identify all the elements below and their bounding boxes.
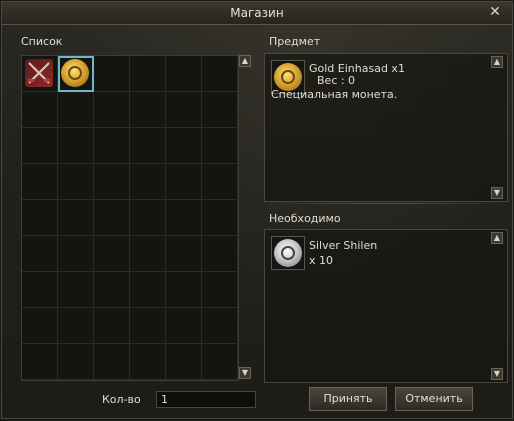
grid-slot-empty[interactable] <box>22 128 58 164</box>
grid-slot-empty[interactable] <box>202 128 238 164</box>
grid-slot-empty[interactable] <box>22 272 58 308</box>
item-weight: Вес : 0 <box>317 74 356 87</box>
item-scrollbar[interactable]: ▲ ▼ <box>491 56 503 199</box>
arrow-up-icon[interactable]: ▲ <box>239 55 251 67</box>
grid-slot-empty[interactable] <box>130 56 166 92</box>
crossed-swords-icon <box>25 59 53 87</box>
required-label: Необходимо <box>269 212 341 225</box>
grid-slot-empty[interactable] <box>202 164 238 200</box>
grid-slot-empty[interactable] <box>166 344 202 380</box>
grid-slot-empty[interactable] <box>166 236 202 272</box>
grid-slot-empty[interactable] <box>94 344 130 380</box>
grid-slot-empty[interactable] <box>202 308 238 344</box>
grid-slot-2[interactable] <box>58 56 94 92</box>
grid-slot-empty[interactable] <box>22 308 58 344</box>
arrow-up-icon[interactable]: ▲ <box>491 56 503 68</box>
gold-coin-icon <box>274 63 302 91</box>
grid-slot-empty[interactable] <box>58 128 94 164</box>
required-item-name: Silver Shilen <box>309 239 378 252</box>
grid-slot-1[interactable] <box>22 56 58 92</box>
grid-slot-empty[interactable] <box>202 56 238 92</box>
item-grid <box>21 55 239 381</box>
arrow-down-icon[interactable]: ▼ <box>239 367 251 379</box>
close-icon[interactable]: ✕ <box>488 5 502 19</box>
item-label: Предмет <box>269 35 321 48</box>
shop-window: Магазин ✕ Список ▲ ▼ Предмет Gold Einhas… <box>1 1 513 419</box>
cancel-button[interactable]: Отменить <box>395 387 473 411</box>
grid-slot-empty[interactable] <box>94 164 130 200</box>
grid-slot-empty[interactable] <box>58 272 94 308</box>
grid-slot-empty[interactable] <box>94 128 130 164</box>
list-label: Список <box>21 35 63 48</box>
gold-coin-icon <box>61 59 89 87</box>
grid-slot-empty[interactable] <box>58 308 94 344</box>
grid-slot-empty[interactable] <box>166 128 202 164</box>
grid-slot-empty[interactable] <box>166 92 202 128</box>
grid-slot-empty[interactable] <box>58 200 94 236</box>
grid-slot-empty[interactable] <box>130 92 166 128</box>
required-item-slot[interactable] <box>271 236 305 270</box>
item-description: Специальная монета. <box>271 88 398 101</box>
arrow-up-icon[interactable]: ▲ <box>491 232 503 244</box>
grid-slot-empty[interactable] <box>94 92 130 128</box>
grid-slot-empty[interactable] <box>58 344 94 380</box>
grid-slot-empty[interactable] <box>202 200 238 236</box>
grid-slot-empty[interactable] <box>202 344 238 380</box>
grid-slot-empty[interactable] <box>202 92 238 128</box>
required-panel: Silver Shilen x 10 ▲ ▼ <box>264 229 508 383</box>
required-scrollbar[interactable]: ▲ ▼ <box>491 232 503 380</box>
arrow-down-icon[interactable]: ▼ <box>491 368 503 380</box>
accept-button[interactable]: Принять <box>309 387 387 411</box>
grid-slot-empty[interactable] <box>58 164 94 200</box>
grid-slot-empty[interactable] <box>166 308 202 344</box>
title-bar[interactable]: Магазин ✕ <box>2 2 512 25</box>
grid-slot-empty[interactable] <box>130 200 166 236</box>
arrow-down-icon[interactable]: ▼ <box>491 187 503 199</box>
list-scrollbar[interactable]: ▲ ▼ <box>239 55 251 379</box>
item-panel: Gold Einhasad x1 Вес : 0 Специальная мон… <box>264 53 508 202</box>
grid-slot-empty[interactable] <box>22 200 58 236</box>
grid-slot-empty[interactable] <box>166 272 202 308</box>
grid-slot-empty[interactable] <box>94 308 130 344</box>
grid-slot-empty[interactable] <box>94 200 130 236</box>
grid-slot-empty[interactable] <box>130 164 166 200</box>
grid-slot-empty[interactable] <box>202 236 238 272</box>
panel-divider <box>264 203 508 204</box>
grid-slot-empty[interactable] <box>22 164 58 200</box>
grid-slot-empty[interactable] <box>130 128 166 164</box>
grid-slot-empty[interactable] <box>202 272 238 308</box>
grid-slot-empty[interactable] <box>22 92 58 128</box>
grid-slot-empty[interactable] <box>58 236 94 272</box>
grid-slot-empty[interactable] <box>166 200 202 236</box>
required-item-quantity: x 10 <box>309 254 334 267</box>
grid-slot-empty[interactable] <box>130 308 166 344</box>
grid-slot-empty[interactable] <box>94 56 130 92</box>
grid-slot-empty[interactable] <box>130 236 166 272</box>
grid-slot-empty[interactable] <box>22 344 58 380</box>
grid-slot-empty[interactable] <box>94 236 130 272</box>
silver-coin-icon <box>274 239 302 267</box>
grid-slot-empty[interactable] <box>130 272 166 308</box>
grid-slot-empty[interactable] <box>166 164 202 200</box>
window-title: Магазин <box>230 6 284 20</box>
grid-slot-empty[interactable] <box>166 56 202 92</box>
quantity-label: Кол-во <box>102 393 141 406</box>
grid-slot-empty[interactable] <box>58 92 94 128</box>
grid-slot-empty[interactable] <box>94 272 130 308</box>
grid-slot-empty[interactable] <box>22 236 58 272</box>
grid-slot-empty[interactable] <box>130 344 166 380</box>
quantity-input[interactable] <box>156 391 256 408</box>
